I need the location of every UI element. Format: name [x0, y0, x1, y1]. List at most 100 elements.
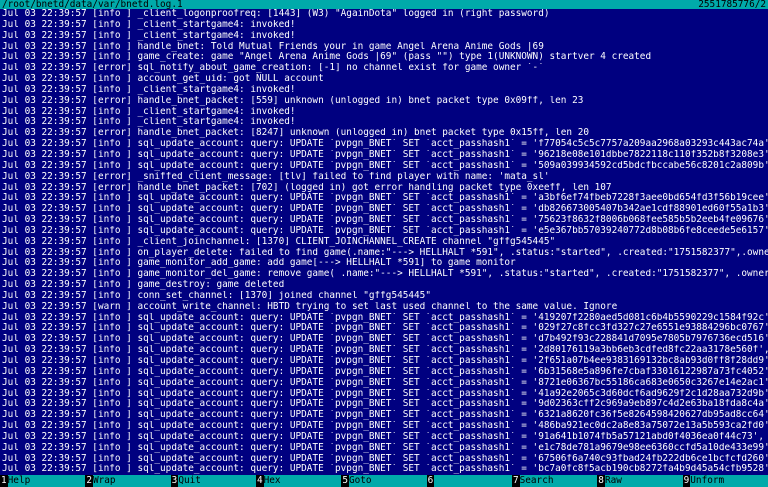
log-line-text: Jul 03 22:39:57 [info ] _client_logonpro…: [2, 9, 550, 19]
log-line: Jul 03 22:39:57 [info ] _client_startgam…: [0, 85, 768, 96]
fkey-unform-button[interactable]: 9 Unform: [682, 475, 768, 487]
fkey-number: 4: [255, 475, 264, 487]
log-line-text: Jul 03 22:39:57 [error] handle_bnet_pack…: [2, 95, 584, 106]
log-line: Jul 03 22:39:57 [info ] sql_update_accou…: [0, 226, 768, 237]
log-line: Jul 03 22:39:57 [info ] handle_bnet: Tol…: [0, 42, 768, 53]
log-line: Jul 03 22:39:57 [warn ] account_write_ch…: [0, 302, 768, 313]
fkey-label: Hex: [263, 475, 342, 487]
log-line: Jul 03 22:39:57 [info ] sql_update_accou…: [0, 345, 768, 356]
fkey-number: 9: [682, 475, 691, 487]
log-line-text: Jul 03 22:39:57 [info ] sql_update_accou…: [2, 464, 768, 475]
log-line-text: Jul 03 22:39:57 [info ] sql_update_accou…: [2, 442, 768, 453]
log-line: Jul 03 22:39:57 [info ] sql_update_accou…: [0, 454, 768, 465]
log-content[interactable]: Jul 03 22:39:57 [info ] _client_logonpro…: [0, 9, 768, 475]
log-line: Jul 03 22:39:57 [info ] sql_update_accou…: [0, 313, 768, 324]
log-line-text: Jul 03 22:39:57 [error] handle_bnet_pack…: [2, 182, 612, 193]
fkey-empty-button[interactable]: 6: [426, 475, 512, 487]
fkey-label: Unform: [690, 475, 768, 487]
log-line: Jul 03 22:39:57 [info ] account_get_uid:…: [0, 74, 768, 85]
fkey-label: Help: [7, 475, 86, 487]
log-line-text: Jul 03 22:39:57 [info ] sql_update_accou…: [2, 204, 768, 215]
log-line-text: Jul 03 22:39:57 [info ] _client_startgam…: [2, 106, 296, 117]
log-line: Jul 03 22:39:57 [info ] game_create: gam…: [0, 52, 768, 63]
log-line-text: Jul 03 22:39:57 [error] handle_bnet_pack…: [2, 128, 589, 139]
log-line: Jul 03 22:39:57 [info ] on_player_delete…: [0, 248, 768, 259]
log-line-text: Jul 03 22:39:57 [info ] sql_update_accou…: [2, 139, 768, 150]
fkey-goto-button[interactable]: 5 Goto: [341, 475, 427, 487]
log-line: Jul 03 22:39:57 [info ] sql_update_accou…: [0, 356, 768, 367]
log-line: Jul 03 22:39:57 [info ] sql_update_accou…: [0, 378, 768, 389]
log-line-text: Jul 03 22:39:57 [info ] game_monitor_del…: [2, 269, 768, 280]
log-line-text: Jul 03 22:39:57 [info ] sql_update_accou…: [2, 431, 768, 442]
log-line: Jul 03 22:39:57 [error] handle_bnet_pack…: [0, 96, 768, 107]
log-line: Jul 03 22:39:57 [info ] _client_startgam…: [0, 31, 768, 42]
log-line-text: Jul 03 22:39:57 [info ] game_create: gam…: [2, 52, 652, 63]
log-line: Jul 03 22:39:57 [info ] sql_update_accou…: [0, 150, 768, 161]
log-line-text: Jul 03 22:39:57 [info ] game_destroy: ga…: [2, 280, 285, 291]
log-line: Jul 03 22:39:57 [info ] _client_startgam…: [0, 20, 768, 31]
log-line: Jul 03 22:39:57 [info ] sql_update_accou…: [0, 410, 768, 421]
log-line-text: Jul 03 22:39:57 [info ] game_monitor_add…: [2, 258, 516, 269]
log-line-text: Jul 03 22:39:57 [info ] sql_update_accou…: [2, 149, 768, 160]
log-line-text: Jul 03 22:39:57 [info ] sql_update_accou…: [2, 399, 768, 410]
log-line-text: Jul 03 22:39:57 [info ] sql_update_accou…: [2, 160, 768, 171]
log-line-text: Jul 03 22:39:57 [info ] sql_update_accou…: [2, 345, 768, 356]
log-line: Jul 03 22:39:57 [info ] sql_update_accou…: [0, 215, 768, 226]
log-line: Jul 03 22:39:57 [error] _sniffed_client_…: [0, 172, 768, 183]
fkey-label: Quit: [178, 475, 256, 487]
log-line: Jul 03 22:39:57 [info ] _client_startgam…: [0, 107, 768, 118]
fkey-help-button[interactable]: 1 Help: [0, 475, 86, 487]
log-line-text: Jul 03 22:39:57 [info ] _client_startgam…: [2, 19, 296, 30]
log-line: Jul 03 22:39:57 [info ] sql_update_accou…: [0, 367, 768, 378]
log-line-text: Jul 03 22:39:57 [info ] sql_update_accou…: [2, 312, 768, 323]
log-line: Jul 03 22:39:57 [info ] sql_update_accou…: [0, 334, 768, 345]
fkey-raw-button[interactable]: 8 Raw: [597, 475, 683, 487]
file-offset-info: 2551785776/2: [698, 0, 766, 9]
fkey-label: Wrap: [92, 475, 171, 487]
fkey-number: 6: [426, 475, 435, 487]
log-line-text: Jul 03 22:39:57 [info ] on_player_delete…: [2, 247, 768, 258]
log-line: Jul 03 22:39:57 [error] handle_bnet_pack…: [0, 183, 768, 194]
log-line: Jul 03 22:39:57 [info ] sql_update_accou…: [0, 139, 768, 150]
log-line-text: Jul 03 22:39:57 [info ] _client_joinchan…: [2, 236, 556, 247]
log-line-text: Jul 03 22:39:57 [info ] sql_update_accou…: [2, 193, 768, 204]
log-line: Jul 03 22:39:57 [info ] _client_startgam…: [0, 117, 768, 128]
log-line: Jul 03 22:39:57 [info ] game_destroy: ga…: [0, 280, 768, 291]
fkey-label: Raw: [604, 475, 683, 487]
log-line-text: Jul 03 22:39:57 [info ] _client_startgam…: [2, 84, 296, 95]
fkey-label: Search: [519, 475, 598, 487]
log-line-text: Jul 03 22:39:57 [info ] sql_update_accou…: [2, 421, 768, 432]
log-line-text: Jul 03 22:39:57 [info ] sql_update_accou…: [2, 388, 768, 399]
log-line: Jul 03 22:39:57 [info ] sql_update_accou…: [0, 443, 768, 454]
fkey-hex-button[interactable]: 4 Hex: [255, 475, 342, 487]
log-line: Jul 03 22:39:57 [info ] _client_logonpro…: [0, 9, 768, 20]
fkey-number: 2: [85, 475, 93, 487]
log-line-text: Jul 03 22:39:57 [error] sql_notify_about…: [2, 63, 544, 74]
file-path: /root/bnetd/data/var/bnetd.log.1: [2, 0, 183, 9]
mcview-screen: /root/bnetd/data/var/bnetd.log.1 2551785…: [0, 0, 768, 487]
fkey-search-button[interactable]: 7 Search: [511, 475, 598, 487]
log-line-text: Jul 03 22:39:57 [info ] account_get_uid:…: [2, 74, 324, 85]
log-line: Jul 03 22:39:57 [info ] sql_update_accou…: [0, 161, 768, 172]
log-line-text: Jul 03 22:39:57 [info ] sql_update_accou…: [2, 225, 768, 236]
fkey-label: [434, 475, 512, 487]
log-line: Jul 03 22:39:57 [info ] sql_update_accou…: [0, 193, 768, 204]
log-line-text: Jul 03 22:39:57 [warn ] account_write_ch…: [2, 301, 618, 312]
log-line-text: Jul 03 22:39:57 [error] _sniffed_client_…: [2, 171, 550, 182]
fkey-number: 3: [170, 475, 179, 487]
fkey-wrap-button[interactable]: 2 Wrap: [85, 475, 171, 487]
fkey-quit-button[interactable]: 3 Quit: [170, 475, 256, 487]
log-line: Jul 03 22:39:57 [info ] sql_update_accou…: [0, 432, 768, 443]
log-line-text: Jul 03 22:39:57 [info ] _client_startgam…: [2, 117, 296, 128]
log-line: Jul 03 22:39:57 [info ] sql_update_accou…: [0, 204, 768, 215]
log-line: Jul 03 22:39:57 [info ] sql_update_accou…: [0, 464, 768, 475]
log-line-text: Jul 03 22:39:57 [info ] _client_startgam…: [2, 30, 296, 41]
log-line: Jul 03 22:39:57 [info ] conn_set_channel…: [0, 291, 768, 302]
log-line: Jul 03 22:39:57 [info ] game_monitor_del…: [0, 269, 768, 280]
log-line-text: Jul 03 22:39:57 [info ] sql_update_accou…: [2, 377, 768, 388]
log-line: Jul 03 22:39:57 [info ] _client_joinchan…: [0, 237, 768, 248]
log-line: Jul 03 22:39:57 [info ] game_monitor_add…: [0, 258, 768, 269]
log-line-text: Jul 03 22:39:57 [info ] sql_update_accou…: [2, 356, 768, 366]
function-key-bar: 1 Help 2 Wrap 3 Quit 4 Hex 5 Goto 6 7 Search 8 Raw 9 Unf…: [0, 475, 768, 487]
log-line-text: Jul 03 22:39:57 [info ] sql_update_accou…: [2, 334, 768, 345]
